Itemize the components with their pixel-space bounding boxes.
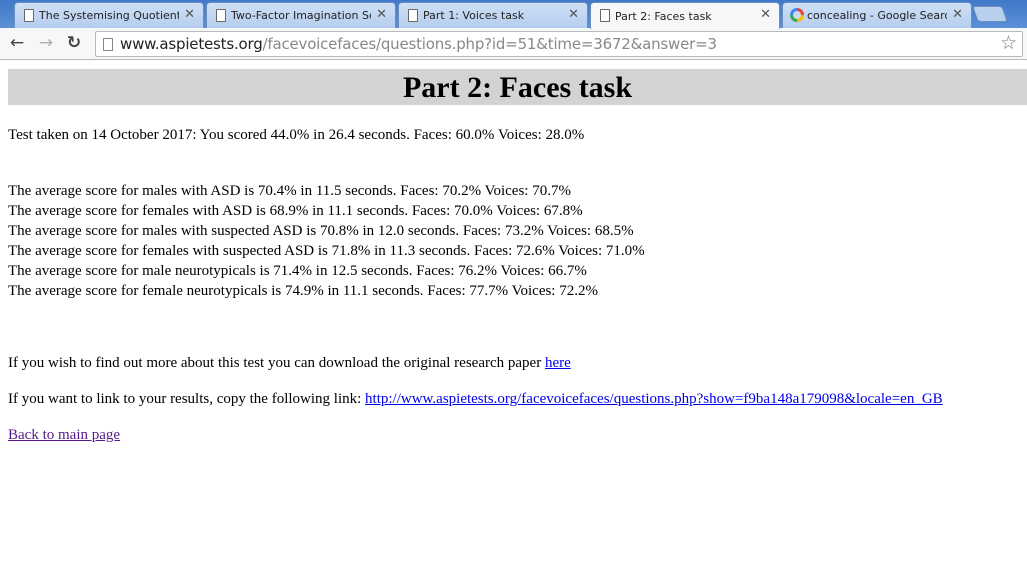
share-line: If you want to link to your results, cop…	[8, 389, 1027, 409]
tab-imagination-scale[interactable]: Two-Factor Imagination Scal ✕	[206, 2, 396, 28]
page-icon	[103, 38, 113, 51]
average-line: The average score for males with ASD is …	[8, 183, 571, 199]
tab-title: concealing - Google Search	[807, 9, 947, 22]
tab-title: Two-Factor Imagination Scal	[231, 9, 371, 22]
forward-button[interactable]: →	[35, 32, 57, 54]
page-icon	[408, 9, 418, 22]
paper-line: If you wish to find out more about this …	[8, 353, 1027, 373]
tab-strip: The Systemising Quotient (S ✕ Two-Factor…	[0, 0, 1027, 29]
google-icon	[790, 8, 804, 22]
browser-toolbar: ← → ↻ www.aspietests.org/facevoicefaces/…	[0, 28, 1027, 60]
close-icon[interactable]: ✕	[568, 7, 579, 22]
averages-list: The average score for males with ASD is …	[8, 181, 1027, 301]
back-to-main-link[interactable]: Back to main page	[8, 427, 120, 443]
tab-title: Part 1: Voices task	[423, 9, 525, 22]
back-button[interactable]: ←	[6, 32, 28, 54]
bookmark-star-icon[interactable]: ☆	[1000, 32, 1017, 54]
new-tab-button[interactable]	[972, 6, 1008, 22]
page-icon	[216, 9, 226, 22]
result-line: Test taken on 14 October 2017: You score…	[8, 127, 585, 143]
tab-title: Part 2: Faces task	[615, 9, 712, 23]
page-icon	[24, 9, 34, 22]
tab-voices-task[interactable]: Part 1: Voices task ✕	[398, 2, 588, 28]
tab-faces-task[interactable]: Part 2: Faces task ✕	[590, 2, 780, 29]
close-icon[interactable]: ✕	[760, 7, 771, 22]
research-paper-link[interactable]: here	[545, 355, 571, 371]
tab-title: The Systemising Quotient (S	[39, 9, 179, 22]
close-icon[interactable]: ✕	[376, 7, 387, 22]
url-host: www.aspietests.org	[120, 35, 263, 53]
url-text[interactable]: www.aspietests.org/facevoicefaces/questi…	[120, 35, 717, 53]
url-path: /facevoicefaces/questions.php?id=51&time…	[262, 35, 717, 53]
reload-button[interactable]: ↻	[63, 32, 85, 54]
close-icon[interactable]: ✕	[184, 7, 195, 22]
close-icon[interactable]: ✕	[952, 7, 963, 22]
page-title: Part 2: Faces task	[8, 69, 1027, 105]
tab-google-search[interactable]: concealing - Google Search ✕	[782, 2, 972, 28]
average-line: The average score for female neurotypica…	[8, 283, 598, 299]
results-share-link[interactable]: http://www.aspietests.org/facevoicefaces…	[365, 391, 943, 407]
average-line: The average score for females with suspe…	[8, 243, 645, 259]
share-text: If you want to link to your results, cop…	[8, 391, 366, 407]
tab-systemising-quotient[interactable]: The Systemising Quotient (S ✕	[14, 2, 204, 28]
back-line: Back to main page	[8, 425, 1027, 445]
average-line: The average score for male neurotypicals…	[8, 263, 587, 279]
paper-text: If you wish to find out more about this …	[8, 355, 545, 371]
page-icon	[600, 9, 610, 22]
page-content: Part 2: Faces task Test taken on 14 Octo…	[8, 69, 1027, 445]
address-bar[interactable]: www.aspietests.org/facevoicefaces/questi…	[95, 31, 1023, 57]
average-line: The average score for males with suspect…	[8, 223, 634, 239]
average-line: The average score for females with ASD i…	[8, 203, 583, 219]
